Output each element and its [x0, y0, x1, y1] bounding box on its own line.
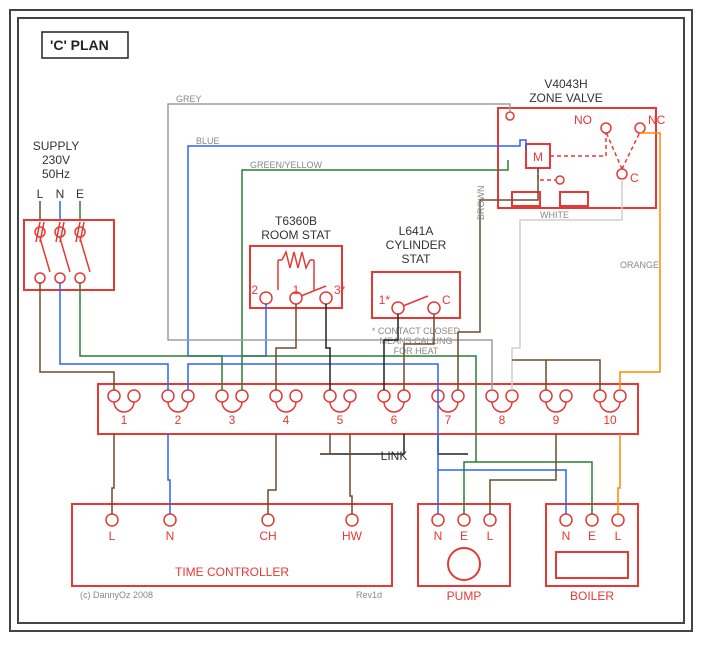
svg-text:ROOM STAT: ROOM STAT [261, 228, 331, 242]
svg-text:CH: CH [259, 529, 276, 543]
svg-text:1*: 1* [379, 293, 391, 307]
svg-text:9: 9 [553, 413, 560, 427]
room-stat-block: T6360B ROOM STAT 2 1 3* [250, 214, 346, 308]
svg-text:E: E [588, 529, 596, 543]
svg-text:1: 1 [121, 413, 128, 427]
svg-text:E: E [76, 187, 84, 201]
pump-block: N E L PUMP [418, 504, 510, 603]
svg-text:3: 3 [229, 413, 236, 427]
svg-text:10: 10 [603, 413, 617, 427]
svg-text:230V: 230V [42, 153, 70, 167]
svg-text:V4043H: V4043H [544, 77, 587, 91]
svg-text:BLUE: BLUE [196, 136, 220, 146]
svg-text:ZONE VALVE: ZONE VALVE [529, 91, 603, 105]
svg-text:C: C [442, 293, 451, 307]
svg-text:PUMP: PUMP [447, 589, 482, 603]
svg-text:* CONTACT CLOSED: * CONTACT CLOSED [372, 326, 461, 336]
svg-text:8: 8 [499, 413, 506, 427]
svg-text:6: 6 [391, 413, 398, 427]
svg-text:TIME CONTROLLER: TIME CONTROLLER [175, 565, 289, 579]
svg-text:C: C [630, 171, 639, 185]
zone-valve-block: V4043H ZONE VALVE M NO NC C [498, 77, 666, 208]
svg-text:GREEN/YELLOW: GREEN/YELLOW [250, 160, 323, 170]
cylinder-stat-block: L641A CYLINDER STAT 1* C * CONTACT CLOSE… [372, 224, 461, 356]
svg-text:2: 2 [251, 283, 258, 297]
svg-text:L: L [615, 529, 622, 543]
boiler-block: N E L BOILER [546, 504, 638, 603]
svg-text:T6360B: T6360B [275, 214, 317, 228]
svg-text:BROWN: BROWN [476, 186, 486, 221]
svg-text:E: E [460, 529, 468, 543]
wiring-diagram: 'C' PLAN SUPPLY 230V 50Hz L N E T6360B R… [0, 0, 702, 641]
svg-text:2: 2 [175, 413, 182, 427]
svg-text:STAT: STAT [402, 252, 432, 266]
svg-text:(c) DannyOz 2008: (c) DannyOz 2008 [80, 590, 153, 600]
svg-text:ORANGE: ORANGE [620, 260, 659, 270]
svg-text:L: L [487, 529, 494, 543]
svg-text:WHITE: WHITE [540, 210, 569, 220]
svg-text:5: 5 [337, 413, 344, 427]
time-controller-block: L N CH HW TIME CONTROLLER (c) DannyOz 20… [72, 504, 392, 600]
svg-text:NO: NO [574, 113, 592, 127]
svg-text:1: 1 [293, 283, 300, 297]
svg-text:3*: 3* [334, 283, 346, 297]
svg-text:BOILER: BOILER [570, 589, 614, 603]
svg-text:FOR HEAT: FOR HEAT [394, 346, 439, 356]
svg-text:GREY: GREY [176, 94, 202, 104]
svg-text:LINK: LINK [381, 449, 408, 463]
svg-text:SUPPLY: SUPPLY [33, 139, 79, 153]
svg-text:N: N [166, 529, 175, 543]
supply-block: SUPPLY 230V 50Hz L N E [24, 139, 114, 290]
svg-text:N: N [434, 529, 443, 543]
svg-text:L: L [109, 529, 116, 543]
svg-text:M: M [533, 150, 543, 164]
svg-text:L641A: L641A [399, 224, 434, 238]
svg-text:HW: HW [342, 529, 363, 543]
svg-text:CYLINDER: CYLINDER [386, 238, 447, 252]
svg-text:Rev1d: Rev1d [356, 590, 382, 600]
svg-text:N: N [562, 529, 571, 543]
svg-text:7: 7 [445, 413, 452, 427]
svg-text:4: 4 [283, 413, 290, 427]
junction-box: 1 2 3 4 5 6 7 [98, 384, 638, 434]
svg-text:50Hz: 50Hz [42, 167, 70, 181]
svg-text:N: N [56, 187, 65, 201]
svg-text:L: L [37, 187, 44, 201]
svg-text:NC: NC [648, 113, 666, 127]
title-text: 'C' PLAN [50, 37, 109, 53]
